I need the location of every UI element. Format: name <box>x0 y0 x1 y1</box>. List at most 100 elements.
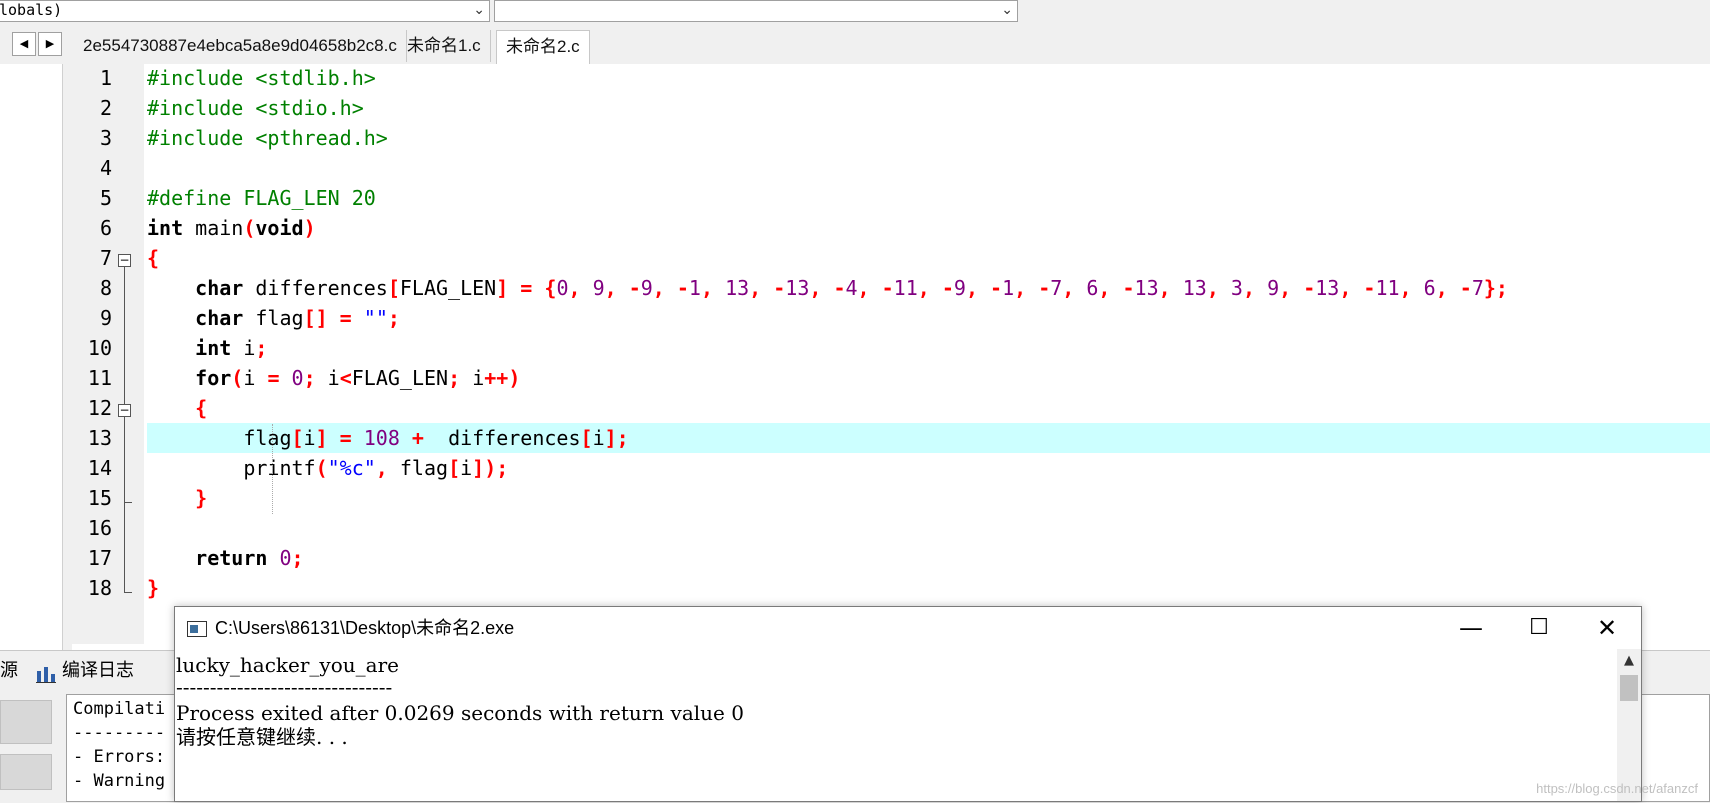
code-line[interactable]: 14 printf("%c", flag[i]); <box>72 453 1710 483</box>
maximize-button[interactable]: ☐ <box>1505 607 1573 649</box>
symbol-combo[interactable]: ⌄ <box>494 0 1018 22</box>
code-line[interactable]: 16 <box>72 513 1710 543</box>
line-number: 14 <box>87 456 112 480</box>
log-line: - Errors: <box>73 747 166 767</box>
code-token: ( <box>243 216 256 240</box>
code-token: = <box>267 366 292 390</box>
code-token: [ <box>580 426 593 450</box>
code-token: < <box>339 366 352 390</box>
code-token: , <box>568 276 593 300</box>
code-token: , <box>1062 276 1087 300</box>
close-button[interactable]: ✕ <box>1573 607 1641 649</box>
code-token: #include <stdio.h> <box>147 96 364 120</box>
code-line[interactable]: 18} <box>72 573 1710 603</box>
code-text: { <box>147 393 1710 423</box>
code-line[interactable]: 8 char differences[FLAG_LEN] = {0, 9, -9… <box>72 273 1710 303</box>
code-token: i <box>472 366 485 390</box>
tab-file-1[interactable]: 2e554730887e4ebca5a8e9d04658b2c8.c <box>74 30 407 62</box>
fold-line <box>124 267 125 592</box>
console-scrollbar[interactable]: ▲ <box>1617 649 1641 801</box>
code-token: ]); <box>472 456 509 480</box>
code-line[interactable]: 12 { <box>72 393 1710 423</box>
code-token: 9 <box>640 276 653 300</box>
code-token: [ <box>387 276 400 300</box>
code-token: 11 <box>1375 276 1400 300</box>
scroll-thumb[interactable] <box>1620 675 1638 701</box>
code-line[interactable]: 15 } <box>72 483 1710 513</box>
bar-chart-icon <box>36 662 56 684</box>
code-line[interactable]: 9 char flag[] = ""; <box>72 303 1710 333</box>
code-line[interactable]: 2 #include <stdio.h> <box>72 93 1710 123</box>
code-token: i <box>327 366 340 390</box>
code-line[interactable]: 6 int main(void) <box>72 213 1710 243</box>
code-line[interactable]: 1 #include <stdlib.h> <box>72 63 1710 93</box>
code-line[interactable]: 7{ <box>72 243 1710 273</box>
code-token: , - <box>1279 276 1316 300</box>
line-number: 6 <box>99 216 112 240</box>
side-button[interactable] <box>0 754 52 790</box>
line-number: 4 <box>99 156 112 180</box>
watermark: https://blog.csdn.net/afanzcf <box>1536 781 1698 796</box>
code-token: i <box>460 456 473 480</box>
fold-end-marker <box>124 502 132 503</box>
code-token: { <box>147 246 160 270</box>
code-token: , - <box>809 276 846 300</box>
code-token: 7 <box>1050 276 1063 300</box>
tab-scroll-left-button[interactable]: ◀ <box>12 32 36 56</box>
code-token: 13 <box>1315 276 1340 300</box>
code-token: ; <box>303 366 328 390</box>
code-token: differences <box>448 426 581 450</box>
code-token: }; <box>1483 276 1508 300</box>
minimize-button[interactable]: — <box>1437 607 1505 649</box>
code-line[interactable]: 4 <box>72 153 1710 183</box>
code-line[interactable]: 11 for(i = 0; i<FLAG_LEN; i++) <box>72 363 1710 393</box>
code-editor[interactable]: 1 #include <stdlib.h> 2 #include <stdio.h> 3… <box>72 64 1710 650</box>
tab-file-3[interactable]: 未命名2.c <box>496 30 590 64</box>
scope-combo[interactable]: lobals) ⌄ <box>0 0 490 22</box>
log-line: Compilati <box>73 699 166 719</box>
scope-combo-value: lobals) <box>0 1 63 19</box>
tab-file-2[interactable]: 未命名1.c <box>398 30 491 62</box>
code-line[interactable]: 10 int i; <box>72 333 1710 363</box>
code-token: , - <box>1435 276 1472 300</box>
code-token: char <box>195 306 244 330</box>
console-window[interactable]: C:\Users\86131\Desktop\未命名2.exe — ☐ ✕ lu… <box>174 606 1642 802</box>
code-token: , - <box>1098 276 1135 300</box>
code-token: 9 <box>592 276 605 300</box>
code-token: [ <box>291 426 304 450</box>
console-title: C:\Users\86131\Desktop\未命名2.exe <box>215 618 515 638</box>
code-token: 4 <box>845 276 858 300</box>
code-text: int main(void) <box>147 213 1710 243</box>
code-token: printf <box>147 456 316 480</box>
code-token: "" <box>363 306 388 330</box>
code-token: } <box>147 576 160 600</box>
console-line: lucky_hacker_you_are <box>176 653 399 677</box>
tab-scroll-right-button[interactable]: ▶ <box>38 32 62 56</box>
code-line[interactable]: 17 return 0; <box>72 543 1710 573</box>
tab-source[interactable]: 源 <box>0 655 18 685</box>
code-token: , <box>1399 276 1424 300</box>
console-title-bar[interactable]: C:\Users\86131\Desktop\未命名2.exe — ☐ ✕ <box>175 607 1641 649</box>
code-line[interactable]: 3 #include <pthread.h> <box>72 123 1710 153</box>
code-text: #include <stdio.h> <box>147 93 1710 123</box>
side-button[interactable] <box>0 700 52 744</box>
indent-guide <box>272 424 273 514</box>
fold-collapse-icon[interactable]: − <box>118 254 131 267</box>
code-token: [] = <box>303 306 364 330</box>
code-token: ; <box>255 336 268 360</box>
code-token: 6 <box>1423 276 1436 300</box>
line-number: 12 <box>87 396 112 420</box>
code-text: int i; <box>147 333 1710 363</box>
fold-collapse-icon[interactable]: − <box>118 404 131 417</box>
code-line[interactable]: 13 flag[i] = 108 + differences[i]; <box>72 423 1710 453</box>
tab-compile-log[interactable]: 编译日志 <box>36 655 134 685</box>
code-token: 3 <box>1230 276 1243 300</box>
code-line[interactable]: 5 #define FLAG_LEN 20 <box>72 183 1710 213</box>
code-token: 13 <box>1182 276 1207 300</box>
scroll-up-icon[interactable]: ▲ <box>1617 651 1641 671</box>
code-token: differences <box>243 276 388 300</box>
code-token: 9 <box>1267 276 1280 300</box>
code-token: , - <box>749 276 786 300</box>
